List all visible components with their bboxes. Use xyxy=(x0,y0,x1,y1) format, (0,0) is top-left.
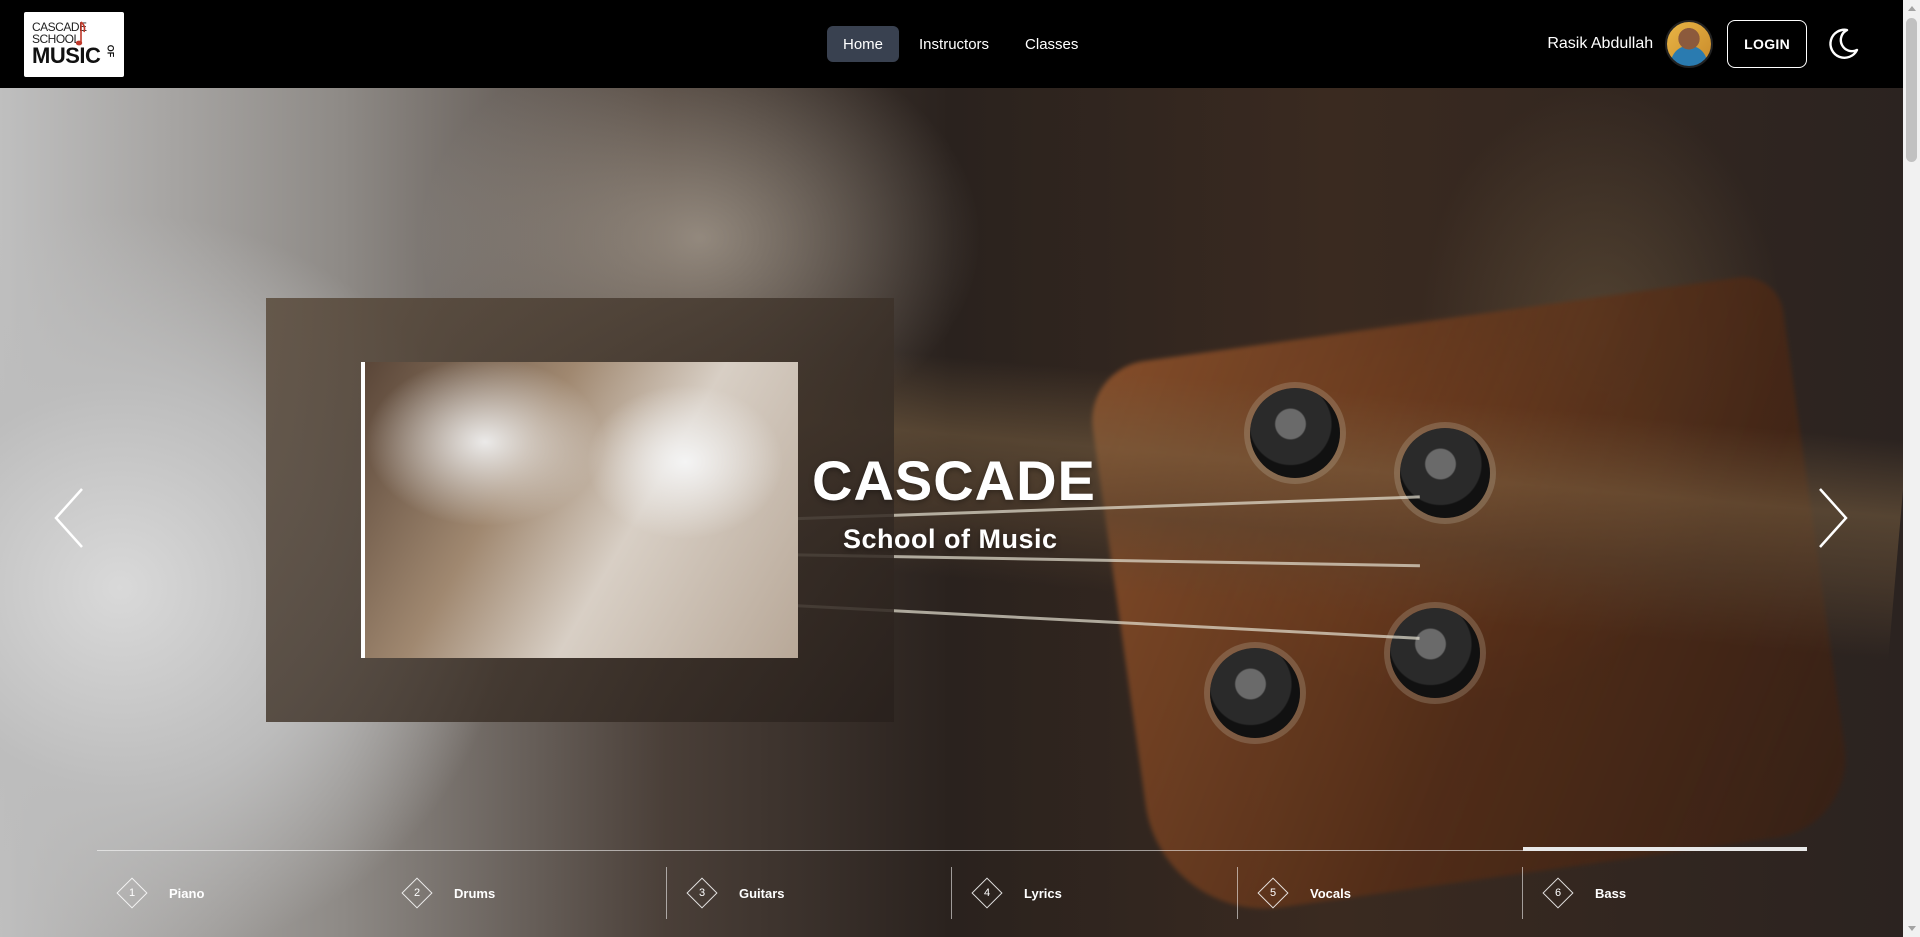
tab-number: 4 xyxy=(983,887,991,899)
tab-divider xyxy=(1522,867,1523,919)
tab-label: Drums xyxy=(454,885,496,901)
logo-line-3: MUSIC xyxy=(32,43,101,68)
tab-number: 1 xyxy=(128,887,136,899)
tab-divider xyxy=(1237,867,1238,919)
carousel-prev-button[interactable] xyxy=(50,483,90,553)
logo-of: OF xyxy=(104,44,115,57)
tab-number: 5 xyxy=(1269,887,1277,899)
tab-label: Vocals xyxy=(1310,885,1351,901)
navbar: CASCADE SCHOOL MUSIC OF Home Instructors… xyxy=(0,0,1903,88)
main-nav: Home Instructors Classes xyxy=(827,26,1094,62)
tab-piano[interactable]: 1 Piano xyxy=(97,867,382,919)
tab-number-badge: 6 xyxy=(1542,877,1574,909)
school-logo[interactable]: CASCADE SCHOOL MUSIC OF xyxy=(24,11,124,77)
page-scrollbar[interactable] xyxy=(1903,0,1920,937)
tab-number-badge: 1 xyxy=(116,877,148,909)
tab-label: Bass xyxy=(1595,885,1627,901)
theme-toggle[interactable] xyxy=(1823,24,1863,64)
hero-photo-inner xyxy=(361,362,798,658)
tab-label: Piano xyxy=(169,885,205,901)
avatar[interactable] xyxy=(1665,20,1714,68)
scroll-thumb[interactable] xyxy=(1906,18,1917,162)
tab-number-badge: 5 xyxy=(1257,877,1289,909)
tuning-peg-image xyxy=(1210,648,1300,738)
login-button[interactable]: LOGIN xyxy=(1727,20,1807,68)
chevron-left-icon xyxy=(54,488,83,548)
tab-number: 3 xyxy=(698,887,706,899)
tab-guitars[interactable]: 3 Guitars xyxy=(666,867,952,919)
tab-number-badge: 2 xyxy=(401,877,433,909)
tab-label: Lyrics xyxy=(1024,885,1062,901)
scroll-down-icon[interactable] xyxy=(1908,926,1916,931)
tab-number-badge: 3 xyxy=(686,877,718,909)
nav-right: Rasik Abdullah LOGIN xyxy=(1547,19,1863,69)
carousel-next-button[interactable] xyxy=(1812,483,1852,553)
tuning-peg-image xyxy=(1250,388,1340,478)
chevron-right-icon xyxy=(1819,488,1848,548)
moon-icon xyxy=(1829,28,1859,59)
hero-subtitle: School of Music xyxy=(843,524,1058,554)
nav-link-home[interactable]: Home xyxy=(827,26,900,62)
tab-number: 6 xyxy=(1554,887,1562,899)
hero-carousel: CASCADE School of Music 1 Piano 2 Drums … xyxy=(0,88,1903,937)
tab-label: Guitars xyxy=(739,885,785,901)
nav-link-instructors[interactable]: Instructors xyxy=(903,26,1005,62)
tab-bass[interactable]: 6 Bass xyxy=(1522,867,1807,919)
tab-divider xyxy=(951,867,952,919)
hero-title: CASCADE xyxy=(812,449,1096,512)
active-tab-indicator xyxy=(1523,847,1807,851)
hero-photo-frame xyxy=(266,298,894,722)
tuning-peg-image xyxy=(1400,428,1490,518)
carousel-tabs: 1 Piano 2 Drums 3 Guitars 4 Lyrics 5 Voc… xyxy=(97,847,1807,937)
tuning-peg-image xyxy=(1390,608,1480,698)
tab-lyrics[interactable]: 4 Lyrics xyxy=(951,867,1237,919)
scroll-up-icon[interactable] xyxy=(1908,6,1916,11)
tab-number-badge: 4 xyxy=(971,877,1003,909)
music-note-icon xyxy=(75,20,86,45)
tab-drums[interactable]: 2 Drums xyxy=(382,867,667,919)
tab-vocals[interactable]: 5 Vocals xyxy=(1237,867,1523,919)
tab-number: 2 xyxy=(413,887,421,899)
nav-link-classes[interactable]: Classes xyxy=(1009,26,1094,62)
user-name: Rasik Abdullah xyxy=(1547,35,1654,52)
tab-divider xyxy=(666,867,667,919)
